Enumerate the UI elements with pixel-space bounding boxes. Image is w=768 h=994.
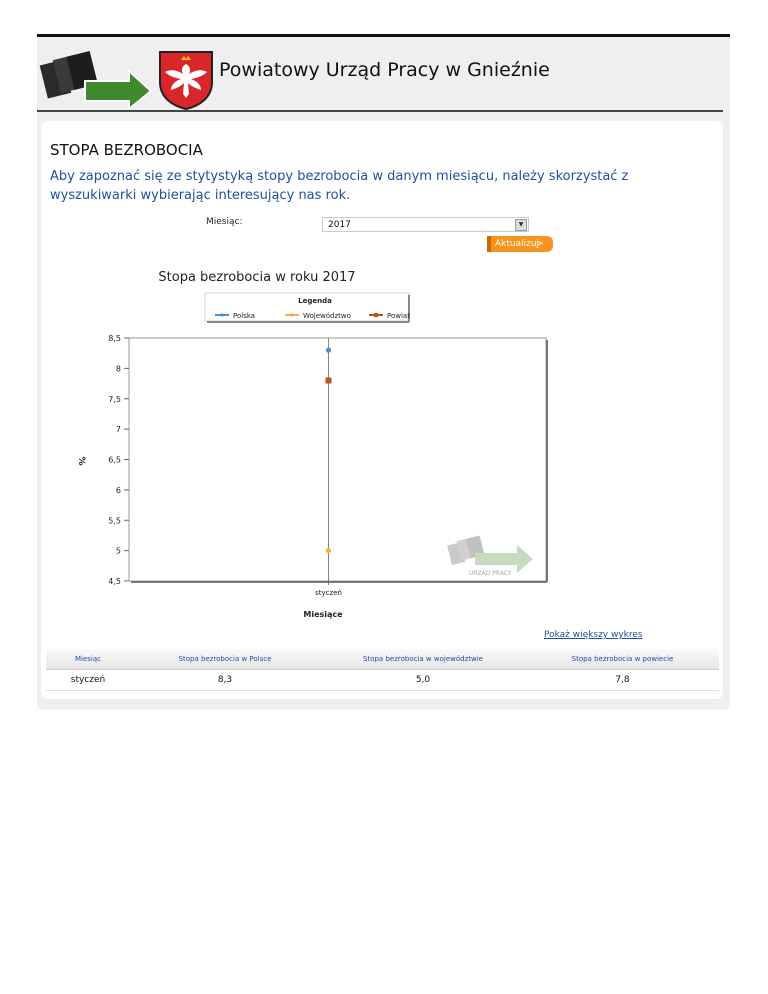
page-title: STOPA BEZROBOCIA	[50, 141, 203, 159]
column-header-county[interactable]: Stopa bezrobocia w powiecie	[526, 649, 719, 670]
content-panel: STOPA BEZROBOCIA Aby zapoznać się ze sty…	[41, 121, 723, 699]
legend-label: Polska	[233, 312, 255, 320]
unemployment-chart: Stopa bezrobocia w roku 2017 Legenda Pol…	[76, 270, 548, 619]
y-tick-label: 4,5	[108, 577, 121, 586]
y-tick-label: 8	[116, 364, 121, 373]
table-row: styczeń 8,3 5,0 7,8	[46, 669, 719, 691]
intro-text: Aby zapoznać się ze stytystyką stopy bez…	[50, 169, 629, 203]
y-tick-label: 5,5	[108, 516, 121, 525]
y-axis-label: %	[76, 456, 86, 465]
column-header-poland[interactable]: Stopa bezrobocia w Polsce	[130, 649, 320, 670]
legend-label: Powiat	[387, 312, 410, 320]
chart-legend: Legenda Polska Województwo Powiat	[204, 292, 410, 323]
y-tick-label: 7,5	[108, 395, 121, 404]
y-tick-label: 5	[116, 547, 121, 556]
coat-of-arms-icon	[159, 51, 213, 110]
chart-title: Stopa bezrobocia w roku 2017	[158, 270, 355, 285]
data-point-województwo[interactable]	[325, 548, 332, 554]
legend-marker	[290, 313, 294, 317]
cards-arrow-logo-icon[interactable]	[39, 49, 153, 109]
data-point-powiat[interactable]	[325, 377, 332, 384]
table-cell: styczeń	[46, 669, 130, 691]
legend-marker	[374, 313, 378, 317]
year-select-value: 2017	[328, 220, 351, 230]
legend-label: Województwo	[303, 312, 351, 320]
site-header: Powiatowy Urząd Pracy w Gnieźnie	[37, 37, 730, 113]
y-tick-label: 6	[116, 486, 121, 495]
update-button[interactable]: Aktualizuj >	[487, 236, 553, 252]
table-cell: 5,0	[320, 669, 526, 691]
y-tick-label: 7	[116, 425, 121, 434]
plot-area	[128, 337, 547, 582]
x-tick-label: styczeń	[315, 589, 342, 597]
page-frame: Powiatowy Urząd Pracy w Gnieźnie STOPA B…	[37, 34, 730, 710]
table-cell: 7,8	[526, 669, 719, 691]
x-axis-label: Miesiące	[303, 610, 343, 619]
chevron-down-icon[interactable]: ▼	[515, 219, 527, 231]
legend-title: Legenda	[298, 297, 332, 305]
stats-table: Miesiąc Stopa bezrobocia w Polsce Stopa …	[46, 649, 719, 691]
column-header-voivodeship[interactable]: Stopa bezrobocia w województwie	[320, 649, 526, 670]
legend-marker	[220, 313, 224, 317]
data-point-polska[interactable]	[325, 347, 332, 353]
bigger-chart-link[interactable]: Pokaż większy wykres	[544, 630, 643, 640]
update-arrow-icon: >	[536, 239, 544, 249]
watermark-text: URZĄD PRACY	[469, 570, 512, 577]
table-cell: 8,3	[130, 669, 320, 691]
update-button-label: Aktualizuj	[495, 239, 540, 249]
table-header-row: Miesiąc Stopa bezrobocia w Polsce Stopa …	[46, 649, 719, 670]
site-title: Powiatowy Urząd Pracy w Gnieźnie	[219, 59, 550, 81]
update-button-edge	[487, 236, 491, 252]
y-tick-label: 8,5	[108, 334, 121, 343]
column-header-month[interactable]: Miesiąc	[46, 649, 130, 670]
y-tick-label: 6,5	[108, 456, 121, 465]
header-divider	[37, 110, 723, 112]
year-select[interactable]: 2017 ▼	[322, 217, 529, 232]
month-label: Miesiąc:	[206, 217, 243, 227]
